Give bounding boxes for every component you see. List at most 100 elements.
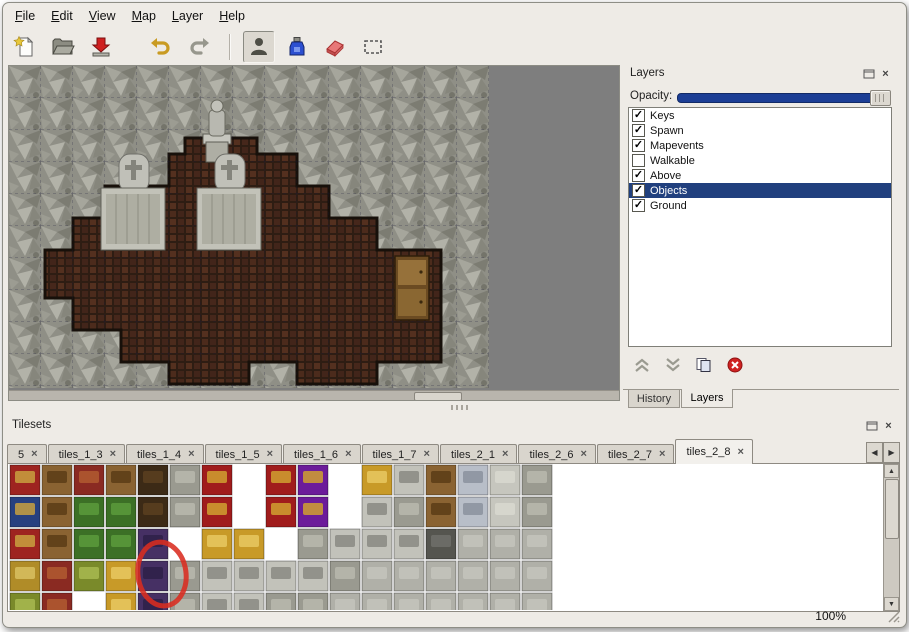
- float-panel-button[interactable]: [865, 420, 878, 432]
- menu-file[interactable]: File: [7, 7, 43, 25]
- checkbox-checked-icon[interactable]: ✓: [632, 139, 645, 152]
- scroll-tabs-left-button[interactable]: ◀: [866, 442, 883, 463]
- delete-layer-button[interactable]: [722, 355, 748, 375]
- layer-name: Spawn: [650, 125, 684, 137]
- close-tab-icon[interactable]: ×: [188, 449, 194, 460]
- up-arrow-icon: ▲: [888, 468, 895, 475]
- layer-row-above[interactable]: ✓ Above: [629, 168, 891, 183]
- checkbox-checked-icon[interactable]: ✓: [632, 184, 645, 197]
- layer-name: Ground: [650, 200, 687, 212]
- close-tab-icon[interactable]: ×: [345, 449, 351, 460]
- tileset-tab-truncated[interactable]: 5×: [7, 444, 47, 464]
- redo-button[interactable]: [183, 31, 215, 63]
- fill-tool-button[interactable]: [281, 31, 313, 63]
- close-tab-icon[interactable]: ×: [267, 449, 273, 460]
- layers-panel-title: Layers: [630, 67, 665, 79]
- map-canvas[interactable]: [9, 66, 489, 388]
- toolbar-separator: [229, 34, 231, 60]
- resize-grip-icon[interactable]: [886, 609, 900, 623]
- double-chevron-down-icon: [663, 357, 683, 373]
- left-arrow-icon: ◀: [871, 448, 877, 457]
- tab-layers[interactable]: Layers: [681, 389, 733, 408]
- tileset-tab-tiles-1-7[interactable]: tiles_1_7×: [362, 444, 439, 464]
- close-tab-icon[interactable]: ×: [31, 449, 37, 460]
- tileset-tab-tiles-2-1[interactable]: tiles_2_1×: [440, 444, 517, 464]
- checkbox-unchecked-icon[interactable]: [632, 154, 645, 167]
- layer-name: Walkable: [650, 155, 695, 167]
- menu-bar: File Edit View Map Layer Help: [7, 6, 253, 26]
- tileset-tab-tiles-2-6[interactable]: tiles_2_6×: [518, 444, 595, 464]
- open-button[interactable]: [47, 31, 79, 63]
- tab-scroll-buttons: ◀ ▶: [866, 442, 900, 463]
- move-layer-up-button[interactable]: [629, 355, 655, 375]
- layer-row-mapevents[interactable]: ✓ Mapevents: [629, 138, 891, 153]
- double-chevron-up-icon: [632, 357, 652, 373]
- tileset-tab-tiles-1-3[interactable]: tiles_1_3×: [48, 444, 125, 464]
- tileset-content[interactable]: ▲ ▼: [7, 463, 900, 612]
- checkbox-checked-icon[interactable]: ✓: [632, 124, 645, 137]
- layer-row-ground[interactable]: ✓ Ground: [629, 198, 891, 213]
- float-window-icon: [866, 421, 878, 431]
- duplicate-layer-button[interactable]: [691, 355, 717, 375]
- tileset-scrollbar-thumb[interactable]: [885, 479, 899, 539]
- opacity-label: Opacity:: [630, 90, 672, 102]
- layer-name: Above: [650, 170, 681, 182]
- undo-button[interactable]: [145, 31, 177, 63]
- map-horizontal-scrollbar-thumb[interactable]: [414, 392, 462, 401]
- tileset-vertical-scrollbar[interactable]: ▲ ▼: [883, 464, 899, 611]
- map-horizontal-scrollbar[interactable]: [9, 390, 619, 400]
- tileset-tab-tiles-2-8[interactable]: tiles_2_8×: [675, 439, 752, 464]
- opacity-slider-handle[interactable]: [870, 90, 891, 106]
- import-button[interactable]: [85, 31, 117, 63]
- copy-pages-icon: [694, 357, 714, 373]
- stamp-tool-button[interactable]: [243, 31, 275, 63]
- menu-edit[interactable]: Edit: [43, 7, 81, 25]
- tileset-image[interactable]: [9, 464, 555, 610]
- layer-list: ✓ Keys ✓ Spawn ✓ Mapevents Walkable ✓ Ab…: [628, 107, 892, 347]
- new-file-icon: [13, 35, 37, 59]
- layer-row-keys[interactable]: ✓ Keys: [629, 108, 891, 123]
- tab-history[interactable]: History: [628, 390, 680, 408]
- eraser-tool-button[interactable]: [319, 31, 351, 63]
- layer-row-spawn[interactable]: ✓ Spawn: [629, 123, 891, 138]
- scroll-up-button[interactable]: ▲: [884, 464, 899, 478]
- tilesets-panel: Tilesets × 5× tiles_1_3× tiles_1_4× tile…: [5, 417, 902, 624]
- menu-help[interactable]: Help: [211, 7, 253, 25]
- checkbox-checked-icon[interactable]: ✓: [632, 199, 645, 212]
- close-panel-button[interactable]: ×: [882, 420, 895, 432]
- ink-bottle-icon: [285, 35, 309, 59]
- tilesets-panel-title: Tilesets: [12, 419, 51, 431]
- map-viewport[interactable]: [8, 65, 620, 401]
- tileset-tab-tiles-1-4[interactable]: tiles_1_4×: [126, 444, 203, 464]
- horizontal-splitter-grip[interactable]: [451, 405, 469, 410]
- menu-view[interactable]: View: [81, 7, 124, 25]
- redo-icon: [187, 35, 211, 59]
- close-tab-icon[interactable]: ×: [502, 449, 508, 460]
- move-layer-down-button[interactable]: [660, 355, 686, 375]
- close-tab-icon[interactable]: ×: [659, 449, 665, 460]
- tileset-tab-tiles-2-7[interactable]: tiles_2_7×: [597, 444, 674, 464]
- red-download-arrow-icon: [89, 35, 113, 59]
- layer-row-objects[interactable]: ✓ Objects: [629, 183, 891, 198]
- menu-layer[interactable]: Layer: [164, 7, 211, 25]
- layers-panel: Layers × Opacity: ✓ Keys ✓ Spawn ✓ Mapev…: [623, 65, 899, 409]
- scroll-tabs-right-button[interactable]: ▶: [883, 442, 900, 463]
- opacity-slider[interactable]: [677, 92, 891, 102]
- opacity-slider-track[interactable]: [677, 93, 891, 103]
- close-panel-button[interactable]: ×: [879, 68, 892, 80]
- select-tool-button[interactable]: [357, 31, 389, 63]
- float-panel-button[interactable]: [862, 68, 875, 80]
- layer-row-walkable[interactable]: Walkable: [629, 153, 891, 168]
- layer-name: Objects: [650, 185, 687, 197]
- tileset-tab-tiles-1-5[interactable]: tiles_1_5×: [205, 444, 282, 464]
- tileset-tab-tiles-1-6[interactable]: tiles_1_6×: [283, 444, 360, 464]
- checkbox-checked-icon[interactable]: ✓: [632, 109, 645, 122]
- new-button[interactable]: [9, 31, 41, 63]
- close-tab-icon[interactable]: ×: [110, 449, 116, 460]
- checkbox-checked-icon[interactable]: ✓: [632, 169, 645, 182]
- close-tab-icon[interactable]: ×: [737, 447, 743, 458]
- close-tab-icon[interactable]: ×: [424, 449, 430, 460]
- layer-buttons: [629, 353, 753, 377]
- close-tab-icon[interactable]: ×: [581, 449, 587, 460]
- menu-map[interactable]: Map: [124, 7, 164, 25]
